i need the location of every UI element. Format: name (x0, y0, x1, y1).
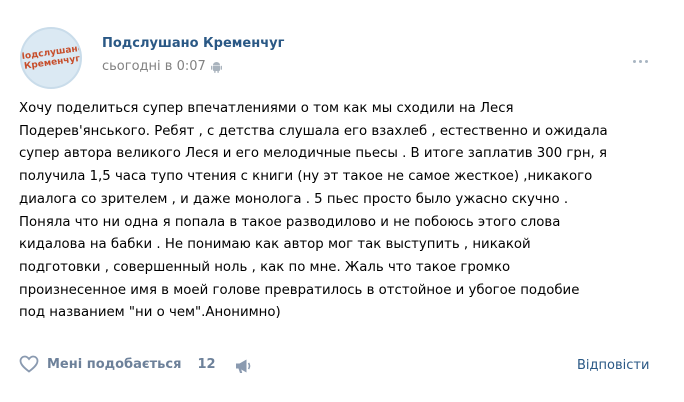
reply-link[interactable]: Відповісти (577, 358, 649, 373)
post-text-line: супер автора великого Леся и его мелодич… (19, 146, 607, 162)
post-text-line: подготовки , совершенный ноль , как по м… (19, 259, 511, 275)
megaphone-icon[interactable] (235, 358, 253, 374)
android-icon (210, 61, 222, 73)
post-text-line: получила 1,5 часа тупо чтения с книги (н… (19, 169, 593, 185)
post-meta: сьогодні в 0:07 (102, 59, 222, 74)
avatar-logo-text: Подслушано Кременчуг (20, 43, 82, 72)
post-time[interactable]: сьогодні в 0:07 (102, 59, 206, 74)
post-text-line: произнесенное имя в моей голове преврати… (19, 282, 580, 298)
post-text-line: диалога со зрителем , и даже монолога . … (19, 191, 569, 207)
post-text-line: под названием "ни о чем".Анонимно) (19, 305, 281, 321)
post-text: Хочу поделиться супер впечатлениями о то… (19, 98, 669, 325)
like-button[interactable]: Мені подобається 12 (19, 355, 216, 373)
like-label: Мені подобається (47, 356, 182, 372)
post-text-line: кидалова на бабки . Не понимаю как автор… (19, 237, 531, 253)
like-count: 12 (197, 356, 216, 372)
post-text-line: Поняла что ни одна я попала в такое разв… (19, 214, 561, 230)
post-author-link[interactable]: Подслушано Кременчуг (102, 36, 284, 51)
heart-icon (19, 355, 39, 373)
group-avatar[interactable]: Подслушано Кременчуг (20, 27, 82, 89)
post-text-line: Подерев'янського. Ребят , с детства слуш… (19, 123, 608, 139)
wall-post: Подслушано Кременчуг Подслушано Кременчу… (0, 0, 684, 402)
more-dots-icon[interactable] (633, 60, 648, 63)
post-text-line: Хочу поделиться супер впечатлениями о то… (19, 101, 514, 116)
